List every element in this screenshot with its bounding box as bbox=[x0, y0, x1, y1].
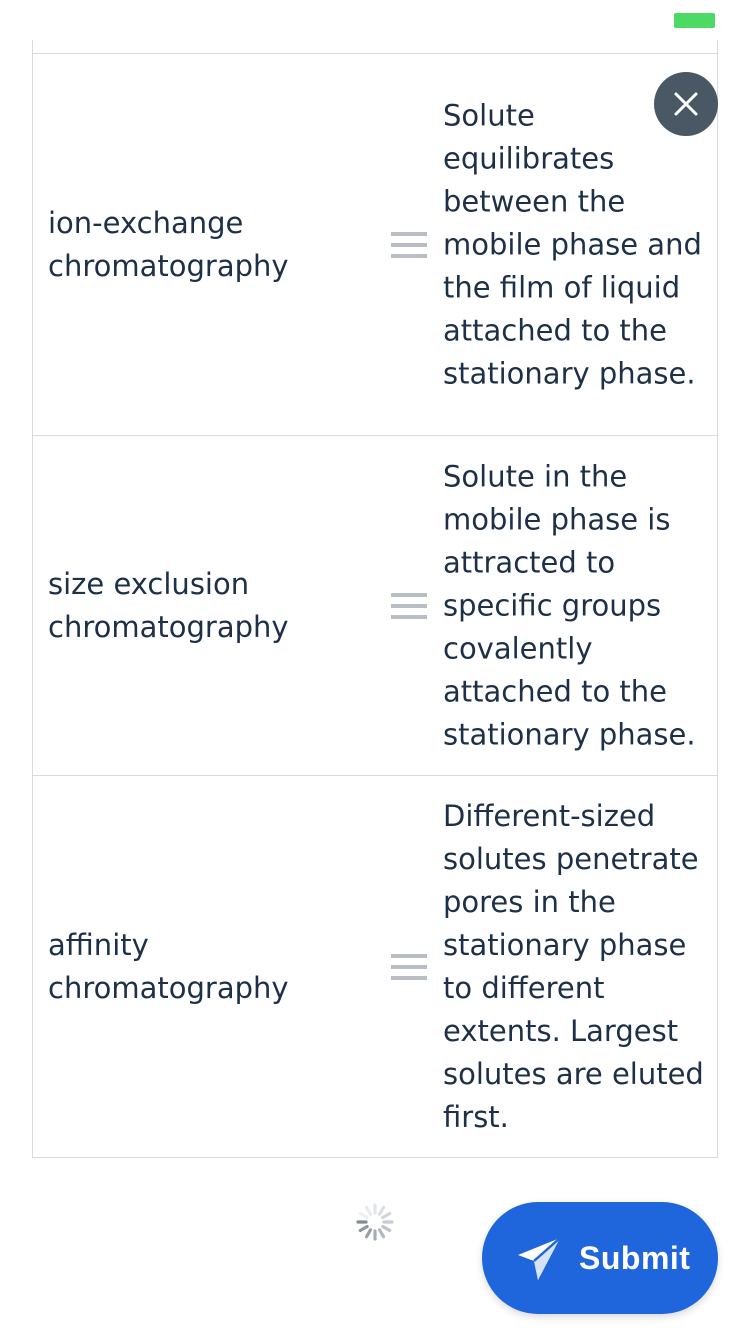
previous-row-edge bbox=[33, 40, 717, 54]
submit-button[interactable]: Submit bbox=[482, 1202, 718, 1314]
definition-card[interactable]: Different-sized solutes penetrate pores … bbox=[443, 795, 705, 1139]
term-label: affinity chromatography bbox=[48, 927, 289, 1005]
definition-card[interactable]: Solute in the mobile phase is attracted … bbox=[443, 455, 705, 756]
drag-handle-icon[interactable] bbox=[391, 231, 427, 258]
matching-row: affinity chromatography Different-sized … bbox=[33, 776, 717, 1157]
matching-row: size exclusion chromatography Solute in … bbox=[33, 436, 717, 776]
term-label: size exclusion chromatography bbox=[48, 566, 289, 644]
definition-card[interactable]: Solute equilibrates between the mobile p… bbox=[443, 94, 705, 395]
matching-page: ion-exchange chromatography Solute equil… bbox=[0, 0, 750, 1334]
drag-handle-icon[interactable] bbox=[391, 592, 427, 619]
close-button[interactable] bbox=[654, 72, 718, 136]
close-icon bbox=[674, 92, 698, 116]
submit-label: Submit bbox=[579, 1240, 691, 1276]
term-label: ion-exchange chromatography bbox=[48, 205, 289, 283]
battery-indicator bbox=[674, 13, 715, 28]
matching-row: ion-exchange chromatography Solute equil… bbox=[33, 54, 717, 436]
spinner-icon bbox=[356, 1203, 394, 1241]
paper-plane-icon bbox=[518, 1237, 561, 1280]
matching-table: ion-exchange chromatography Solute equil… bbox=[32, 40, 718, 1158]
drag-handle-icon[interactable] bbox=[391, 953, 427, 980]
